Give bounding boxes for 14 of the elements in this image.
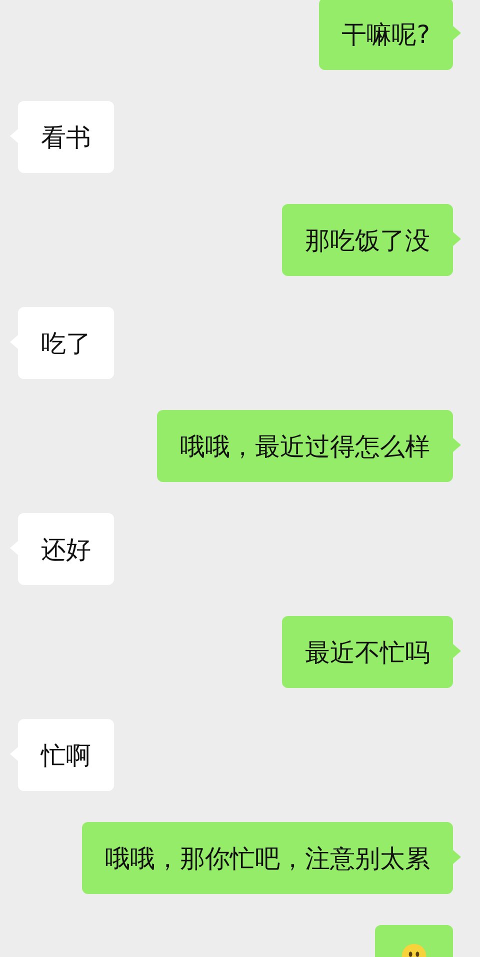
- bubble-tail: [453, 644, 461, 658]
- bubble-tail: [453, 232, 461, 246]
- message-bubble: 看书: [18, 101, 114, 173]
- message-bubble: 那吃饭了没: [282, 204, 453, 276]
- bubble-tail: [453, 26, 461, 40]
- message-bubble: 忙啊: [18, 719, 114, 791]
- message-bubble: 最近不忙吗: [282, 616, 453, 688]
- message-bubble: 干嘛呢?: [318, 0, 453, 70]
- bubble-tail: [453, 438, 461, 452]
- bubble-tail: [453, 850, 461, 864]
- message-bubble: 哦哦，那你忙吧，注意别太累: [82, 822, 453, 894]
- message-bubble: 吃了: [18, 307, 114, 379]
- message-bubble: 哦哦，最近过得怎么样: [157, 410, 453, 482]
- message-bubble: 还好: [18, 513, 114, 585]
